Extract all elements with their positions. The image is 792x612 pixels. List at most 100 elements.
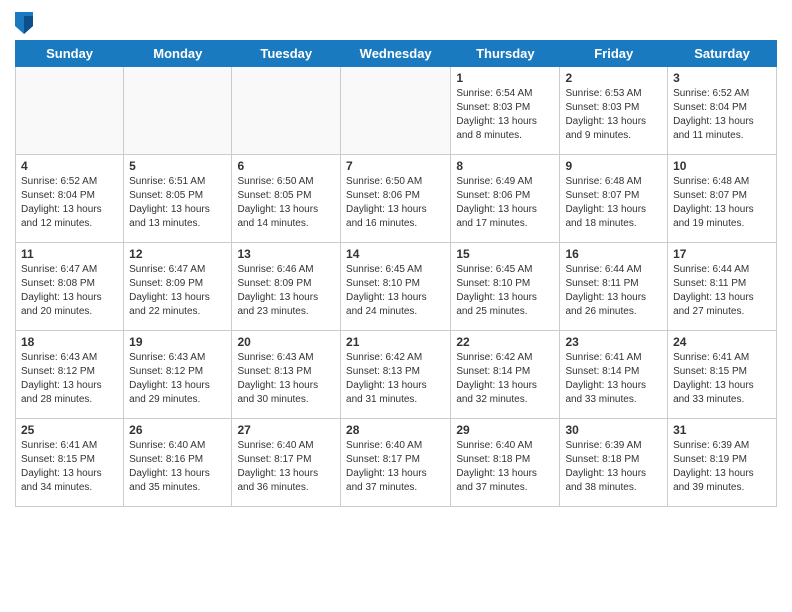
calendar-cell: 4 Sunrise: 6:52 AM Sunset: 8:04 PM Daylig… xyxy=(16,155,124,243)
weekday-header-wednesday: Wednesday xyxy=(341,41,451,67)
day-info: Sunrise: 6:40 AM Sunset: 8:18 PM Dayligh… xyxy=(456,439,554,495)
day-info: Sunrise: 6:48 AM Sunset: 8:07 PM Dayligh… xyxy=(565,175,662,231)
weekday-header-friday: Friday xyxy=(560,41,668,67)
calendar-cell: 20 Sunrise: 6:43 AM Sunset: 8:13 PM Dayli… xyxy=(232,331,341,419)
day-info: Sunrise: 6:46 AM Sunset: 8:09 PM Dayligh… xyxy=(237,263,335,319)
day-info: Sunrise: 6:40 AM Sunset: 8:17 PM Dayligh… xyxy=(346,439,445,495)
day-info: Sunrise: 6:48 AM Sunset: 8:07 PM Dayligh… xyxy=(673,175,771,231)
day-number: 17 xyxy=(673,247,771,261)
calendar-cell: 14 Sunrise: 6:45 AM Sunset: 8:10 PM Dayli… xyxy=(341,243,451,331)
calendar-cell: 12Sunrise: 6:47 AM Sunset: 8:09 PM Dayli… xyxy=(124,243,232,331)
logo xyxy=(15,10,35,34)
calendar-cell: 18 Sunrise: 6:43 AM Sunset: 8:12 PM Dayli… xyxy=(16,331,124,419)
day-info: Sunrise: 6:39 AM Sunset: 8:19 PM Dayligh… xyxy=(673,439,771,495)
calendar-cell: 19 Sunrise: 6:43 AM Sunset: 8:12 PM Dayli… xyxy=(124,331,232,419)
header xyxy=(15,10,777,34)
calendar-cell: 11 Sunrise: 6:47 AM Sunset: 8:08 PM Dayli… xyxy=(16,243,124,331)
calendar-cell: 27 Sunrise: 6:40 AM Sunset: 8:17 PM Dayli… xyxy=(232,419,341,507)
day-number: 6 xyxy=(237,159,335,173)
day-number: 25 xyxy=(21,423,118,437)
day-info: Sunrise: 6:53 AM Sunset: 8:03 PM Dayligh… xyxy=(565,87,662,143)
weekday-header-thursday: Thursday xyxy=(451,41,560,67)
calendar-cell: 25 Sunrise: 6:41 AM Sunset: 8:15 PM Dayli… xyxy=(16,419,124,507)
day-info: Sunrise: 6:45 AM Sunset: 8:10 PM Dayligh… xyxy=(346,263,445,319)
day-number: 4 xyxy=(21,159,118,173)
calendar-cell: 31 Sunrise: 6:39 AM Sunset: 8:19 PM Dayli… xyxy=(668,419,777,507)
day-number: 20 xyxy=(237,335,335,349)
calendar-cell: 6 Sunrise: 6:50 AM Sunset: 8:05 PM Daylig… xyxy=(232,155,341,243)
calendar-cell: 3 Sunrise: 6:52 AM Sunset: 8:04 PM Daylig… xyxy=(668,67,777,155)
day-number: 3 xyxy=(673,71,771,85)
calendar-cell: 5 Sunrise: 6:51 AM Sunset: 8:05 PM Daylig… xyxy=(124,155,232,243)
day-info: Sunrise: 6:41 AM Sunset: 8:15 PM Dayligh… xyxy=(673,351,771,407)
day-number: 19 xyxy=(129,335,226,349)
calendar-cell: 22 Sunrise: 6:42 AM Sunset: 8:14 PM Dayli… xyxy=(451,331,560,419)
day-info: Sunrise: 6:44 AM Sunset: 8:11 PM Dayligh… xyxy=(673,263,771,319)
day-number: 22 xyxy=(456,335,554,349)
day-info: Sunrise: 6:51 AM Sunset: 8:05 PM Dayligh… xyxy=(129,175,226,231)
day-info: Sunrise: 6:47 AM Sunset: 8:09 PM Dayligh… xyxy=(129,263,226,319)
day-number: 24 xyxy=(673,335,771,349)
day-info: Sunrise: 6:43 AM Sunset: 8:12 PM Dayligh… xyxy=(21,351,118,407)
day-number: 27 xyxy=(237,423,335,437)
day-info: Sunrise: 6:45 AM Sunset: 8:10 PM Dayligh… xyxy=(456,263,554,319)
day-info: Sunrise: 6:40 AM Sunset: 8:17 PM Dayligh… xyxy=(237,439,335,495)
calendar-cell: 24 Sunrise: 6:41 AM Sunset: 8:15 PM Dayli… xyxy=(668,331,777,419)
day-number: 11 xyxy=(21,247,118,261)
day-number: 21 xyxy=(346,335,445,349)
calendar-week-3: 11 Sunrise: 6:47 AM Sunset: 8:08 PM Dayli… xyxy=(16,243,777,331)
day-info: Sunrise: 6:42 AM Sunset: 8:14 PM Dayligh… xyxy=(456,351,554,407)
day-number: 13 xyxy=(237,247,335,261)
day-info: Sunrise: 6:41 AM Sunset: 8:15 PM Dayligh… xyxy=(21,439,118,495)
day-number: 14 xyxy=(346,247,445,261)
day-info: Sunrise: 6:39 AM Sunset: 8:18 PM Dayligh… xyxy=(565,439,662,495)
day-number: 1 xyxy=(456,71,554,85)
calendar-cell: 9Sunrise: 6:48 AM Sunset: 8:07 PM Daylig… xyxy=(560,155,668,243)
calendar-cell: 7 Sunrise: 6:50 AM Sunset: 8:06 PM Daylig… xyxy=(341,155,451,243)
calendar-cell xyxy=(16,67,124,155)
calendar-week-5: 25 Sunrise: 6:41 AM Sunset: 8:15 PM Dayli… xyxy=(16,419,777,507)
day-info: Sunrise: 6:43 AM Sunset: 8:13 PM Dayligh… xyxy=(237,351,335,407)
day-number: 10 xyxy=(673,159,771,173)
calendar-cell: 29 Sunrise: 6:40 AM Sunset: 8:18 PM Dayli… xyxy=(451,419,560,507)
day-info: Sunrise: 6:44 AM Sunset: 8:11 PM Dayligh… xyxy=(565,263,662,319)
calendar-cell: 28 Sunrise: 6:40 AM Sunset: 8:17 PM Dayli… xyxy=(341,419,451,507)
day-info: Sunrise: 6:42 AM Sunset: 8:13 PM Dayligh… xyxy=(346,351,445,407)
day-number: 31 xyxy=(673,423,771,437)
day-info: Sunrise: 6:50 AM Sunset: 8:06 PM Dayligh… xyxy=(346,175,445,231)
calendar-cell: 16Sunrise: 6:44 AM Sunset: 8:11 PM Dayli… xyxy=(560,243,668,331)
day-info: Sunrise: 6:47 AM Sunset: 8:08 PM Dayligh… xyxy=(21,263,118,319)
weekday-header-saturday: Saturday xyxy=(668,41,777,67)
calendar-cell: 30Sunrise: 6:39 AM Sunset: 8:18 PM Dayli… xyxy=(560,419,668,507)
day-number: 8 xyxy=(456,159,554,173)
calendar-cell xyxy=(232,67,341,155)
day-info: Sunrise: 6:52 AM Sunset: 8:04 PM Dayligh… xyxy=(21,175,118,231)
calendar-cell: 8 Sunrise: 6:49 AM Sunset: 8:06 PM Daylig… xyxy=(451,155,560,243)
day-number: 18 xyxy=(21,335,118,349)
day-number: 23 xyxy=(565,335,662,349)
day-number: 29 xyxy=(456,423,554,437)
calendar-cell: 1 Sunrise: 6:54 AM Sunset: 8:03 PM Daylig… xyxy=(451,67,560,155)
calendar-body: 1 Sunrise: 6:54 AM Sunset: 8:03 PM Daylig… xyxy=(16,67,777,507)
day-number: 7 xyxy=(346,159,445,173)
day-info: Sunrise: 6:49 AM Sunset: 8:06 PM Dayligh… xyxy=(456,175,554,231)
day-info: Sunrise: 6:54 AM Sunset: 8:03 PM Dayligh… xyxy=(456,87,554,143)
day-info: Sunrise: 6:43 AM Sunset: 8:12 PM Dayligh… xyxy=(129,351,226,407)
weekday-header-tuesday: Tuesday xyxy=(232,41,341,67)
weekday-header-sunday: Sunday xyxy=(16,41,124,67)
calendar-cell: 26Sunrise: 6:40 AM Sunset: 8:16 PM Dayli… xyxy=(124,419,232,507)
day-info: Sunrise: 6:52 AM Sunset: 8:04 PM Dayligh… xyxy=(673,87,771,143)
day-info: Sunrise: 6:41 AM Sunset: 8:14 PM Dayligh… xyxy=(565,351,662,407)
calendar-week-4: 18 Sunrise: 6:43 AM Sunset: 8:12 PM Dayli… xyxy=(16,331,777,419)
day-number: 5 xyxy=(129,159,226,173)
logo-icon xyxy=(15,12,33,34)
page: SundayMondayTuesdayWednesdayThursdayFrid… xyxy=(0,0,792,517)
day-info: Sunrise: 6:50 AM Sunset: 8:05 PM Dayligh… xyxy=(237,175,335,231)
day-info: Sunrise: 6:40 AM Sunset: 8:16 PM Dayligh… xyxy=(129,439,226,495)
day-number: 15 xyxy=(456,247,554,261)
calendar-cell: 13 Sunrise: 6:46 AM Sunset: 8:09 PM Dayli… xyxy=(232,243,341,331)
calendar-cell xyxy=(124,67,232,155)
weekday-header-row: SundayMondayTuesdayWednesdayThursdayFrid… xyxy=(16,41,777,67)
day-number: 28 xyxy=(346,423,445,437)
calendar-cell: 10 Sunrise: 6:48 AM Sunset: 8:07 PM Dayli… xyxy=(668,155,777,243)
